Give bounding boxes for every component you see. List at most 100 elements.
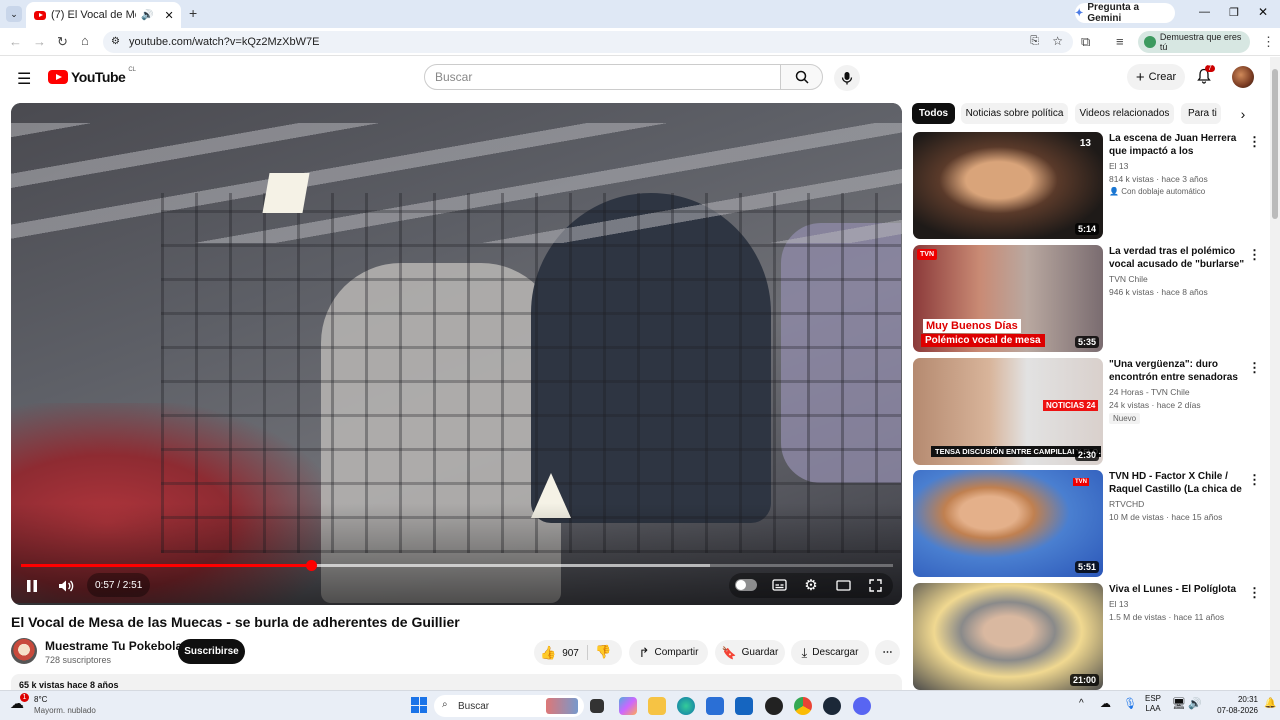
recommendation-channel[interactable]: RTVCHD (1109, 499, 1144, 509)
more-vertical-icon[interactable]: ⋮ (1248, 585, 1261, 601)
recommendation-item[interactable]: TVN 5:51 TVN HD - Factor X Chile / Raque… (913, 470, 1261, 577)
maximize-button[interactable]: ❐ (1229, 6, 1239, 19)
recommendation-title[interactable]: TVN HD - Factor X Chile / Raquel Castill… (1109, 470, 1247, 496)
reading-list-icon[interactable]: ≡ (1116, 35, 1124, 48)
close-tab-icon[interactable]: ✕ (164, 9, 173, 22)
recommendation-item[interactable]: 21:00 Viva el Lunes - El Políglota El 13… (913, 583, 1261, 690)
reload-icon[interactable]: ↻ (57, 35, 68, 48)
video-thumbnail[interactable]: 21:00 (913, 583, 1103, 690)
subscribe-button[interactable]: Suscribirse (178, 639, 245, 664)
recommendation-channel[interactable]: El 13 (1109, 161, 1128, 171)
search-button[interactable] (780, 64, 823, 90)
pause-button[interactable] (21, 575, 43, 597)
speaker-icon[interactable]: 🔊 (141, 10, 153, 21)
chrome-icon[interactable] (794, 697, 812, 715)
chip-noticias-politica[interactable]: Noticias sobre política (961, 103, 1068, 124)
copilot-icon[interactable] (619, 697, 637, 715)
notification-bell-icon[interactable]: 🔔 (1264, 698, 1276, 709)
store-icon[interactable] (706, 697, 724, 715)
hamburger-menu-icon[interactable]: ☰ (17, 69, 31, 89)
theater-mode-button[interactable] (833, 575, 853, 595)
more-vertical-icon[interactable]: ⋮ (1248, 472, 1261, 488)
more-vertical-icon[interactable]: ⋮ (1248, 247, 1261, 263)
video-player[interactable]: 0:57 / 2:51 ⚙ (11, 103, 902, 605)
discord-icon[interactable] (853, 697, 871, 715)
create-button[interactable]: + Crear (1127, 64, 1185, 90)
outlook-icon[interactable] (735, 697, 753, 715)
notifications-button[interactable]: 7 (1196, 65, 1216, 88)
dislike-button[interactable]: 👎 (595, 644, 611, 660)
task-view-icon[interactable] (590, 699, 604, 713)
recommendation-channel[interactable]: TVN Chile (1109, 274, 1148, 284)
bookmark-star-icon[interactable]: ☆ (1052, 34, 1063, 48)
tab-list-button[interactable]: ⌄ (6, 6, 22, 22)
clock[interactable]: 20:31 07-08-2026 (1206, 694, 1258, 716)
more-vertical-icon[interactable]: ⋮ (1248, 134, 1261, 150)
chips-next-arrow[interactable]: › (1228, 103, 1258, 125)
share-button[interactable]: ↱ Compartir (629, 640, 708, 665)
taskbar-search[interactable]: ⌕ Buscar (434, 695, 584, 717)
close-window-button[interactable]: ✕ (1258, 5, 1268, 19)
network-icon[interactable]: 🖥 (1172, 697, 1186, 710)
browser-menu-icon[interactable]: ⋮ (1262, 35, 1275, 48)
new-tab-button[interactable]: + (189, 5, 197, 21)
video-thumbnail[interactable]: TVN Muy Buenos Días Polémico vocal de me… (913, 245, 1103, 352)
volume-button[interactable] (55, 575, 77, 597)
youtube-logo[interactable]: YouTube CL (48, 67, 136, 85)
video-thumbnail[interactable]: NOTICIAS 24 TENSA DISCUSIÓN ENTRE CAMPIL… (913, 358, 1103, 465)
recommendation-title[interactable]: "Una vergüenza": duro encontrón entre se… (1109, 358, 1247, 384)
video-thumbnail[interactable]: TVN 5:51 (913, 470, 1103, 577)
fullscreen-button[interactable] (865, 575, 885, 595)
file-explorer-icon[interactable] (648, 697, 666, 715)
channel-name[interactable]: Muestrame Tu Pokebola (45, 639, 182, 653)
recommendation-title[interactable]: La escena de Juan Herrera que impactó a … (1109, 132, 1247, 158)
recommendation-title[interactable]: Viva el Lunes - El Políglota (1109, 583, 1247, 596)
recommendation-item[interactable]: NOTICIAS 24 TENSA DISCUSIÓN ENTRE CAMPIL… (913, 358, 1261, 465)
save-button[interactable]: 🔖 Guardar (715, 640, 785, 665)
more-vertical-icon[interactable]: ⋮ (1248, 360, 1261, 376)
channel-avatar[interactable] (11, 638, 37, 664)
chip-videos-relacionados[interactable]: Videos relacionados (1075, 103, 1174, 124)
minimize-button[interactable]: — (1199, 6, 1210, 18)
more-actions-button[interactable]: ⋯ (875, 640, 900, 665)
url-field[interactable]: ⚙ youtube.com/watch?v=kQz2MzXbW7E ⎘ ☆ (103, 31, 1073, 53)
recommendation-item[interactable]: 13 5:14 La escena de Juan Herrera que im… (913, 132, 1261, 239)
chip-para-ti[interactable]: Para ti (1181, 103, 1221, 124)
download-button[interactable]: ⤓ Descargar (791, 640, 869, 665)
search-input[interactable]: Buscar (424, 64, 781, 90)
forward-icon[interactable]: → (33, 35, 46, 48)
subtitles-button[interactable] (769, 575, 789, 595)
progress-bar[interactable] (21, 560, 893, 571)
chip-todos[interactable]: Todos (912, 103, 955, 124)
install-app-icon[interactable]: ⎘ (1030, 35, 1039, 48)
tray-app-icon[interactable]: ☁ (1100, 697, 1111, 710)
tray-chevron-icon[interactable]: ^ (1079, 698, 1084, 709)
settings-button[interactable]: ⚙ (801, 575, 821, 595)
start-button[interactable] (411, 697, 427, 713)
back-icon[interactable]: ← (9, 35, 22, 48)
video-thumbnail[interactable]: 13 5:14 (913, 132, 1103, 239)
edge-icon[interactable] (677, 697, 695, 715)
scrollbar-thumb[interactable] (1272, 69, 1278, 219)
browser-tab[interactable]: (7) El Vocal de Mesa de las 🔊 ✕ (26, 2, 181, 28)
recommendation-title[interactable]: La verdad tras el polémico vocal acusado… (1109, 245, 1247, 271)
recommendation-item[interactable]: TVN Muy Buenos Días Polémico vocal de me… (913, 245, 1261, 352)
autoplay-toggle[interactable] (735, 579, 757, 591)
page-scrollbar[interactable] (1270, 57, 1280, 690)
description-box[interactable]: 65 k vistas hace 8 años (11, 674, 902, 690)
recommendation-channel[interactable]: 24 Horas - TVN Chile (1109, 387, 1190, 397)
speaker-icon[interactable]: 🔊 (1188, 697, 1202, 710)
language-indicator[interactable]: ESP LAA (1145, 694, 1161, 714)
voice-search-button[interactable] (834, 65, 860, 91)
like-button[interactable]: 👍 907 (540, 645, 579, 661)
home-icon[interactable]: ⌂ (81, 34, 89, 47)
steam-icon[interactable] (823, 697, 841, 715)
recommendation-channel[interactable]: El 13 (1109, 599, 1128, 609)
tray-mic-icon[interactable]: 🎙 (1123, 697, 1137, 710)
profile-verify-pill[interactable]: Demuestra que eres tú (1138, 31, 1250, 53)
app-icon[interactable] (765, 697, 783, 715)
extensions-icon[interactable]: ⧉ (1081, 35, 1090, 48)
site-info-icon[interactable]: ⚙ (111, 36, 120, 47)
account-avatar[interactable] (1232, 66, 1254, 88)
gemini-button[interactable]: ✦ Pregunta a Gemini (1075, 2, 1175, 24)
